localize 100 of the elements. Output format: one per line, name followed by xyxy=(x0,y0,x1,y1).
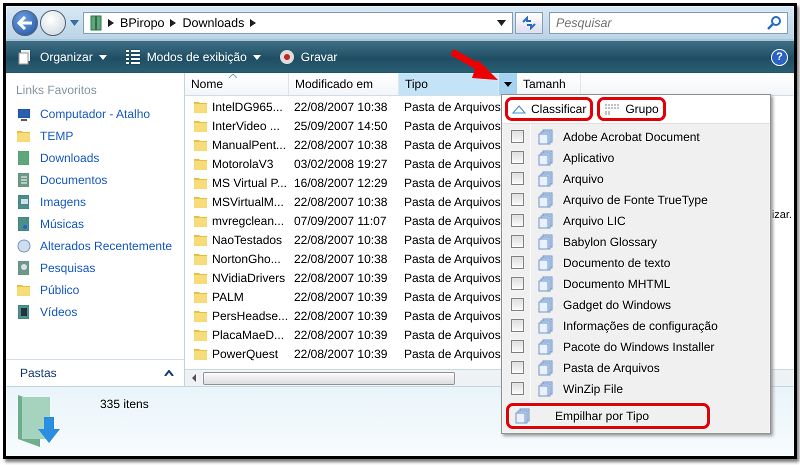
stack-icon xyxy=(538,380,554,396)
checkbox[interactable] xyxy=(511,382,524,395)
caret-icon xyxy=(98,54,107,60)
checkbox[interactable] xyxy=(511,235,524,248)
video-folder-icon xyxy=(16,304,32,320)
stack-icon xyxy=(538,170,554,186)
refresh-button[interactable] xyxy=(515,12,543,34)
menu-item[interactable]: Arquivo de Fonte TrueType xyxy=(502,189,770,210)
sort-button[interactable]: Classificar xyxy=(505,97,594,121)
column-header[interactable]: Nome xyxy=(185,73,289,95)
checkbox[interactable] xyxy=(511,340,524,353)
search-folder-icon xyxy=(16,260,32,276)
sidebar-item[interactable]: Downloads xyxy=(6,147,184,169)
column-dropdown-button[interactable] xyxy=(499,73,517,95)
checkbox[interactable] xyxy=(511,277,524,290)
menu-item[interactable]: Pacote do Windows Installer xyxy=(502,336,770,357)
table-cell-text: Pasta de Arquivos xyxy=(403,252,499,266)
file-name: NVidiaDrivers xyxy=(212,270,286,284)
checkbox[interactable] xyxy=(511,361,524,374)
sidebar-item[interactable]: Alterados Recentemente xyxy=(6,235,184,257)
menu-item[interactable]: Babylon Glossary xyxy=(502,231,770,252)
chevron-icon xyxy=(108,18,114,26)
arrow-left-icon xyxy=(191,374,197,382)
checkbox[interactable] xyxy=(511,172,524,185)
folder-icon xyxy=(16,150,32,166)
checkbox[interactable] xyxy=(511,298,524,311)
file-name: NortonGho... xyxy=(212,252,281,266)
menu-item[interactable]: Arquivo xyxy=(502,168,770,189)
sidebar-item[interactable]: Público xyxy=(6,279,184,301)
folders-label[interactable]: Pastas xyxy=(20,366,57,380)
column-header[interactable]: Tipo xyxy=(399,73,499,95)
table-cell-text: 22/08/2007 10:38 xyxy=(293,232,388,246)
table-cell-text: 22/08/2007 10:39 xyxy=(293,270,388,284)
file-name: PlacaMaeD... xyxy=(212,328,284,342)
checkbox[interactable] xyxy=(511,193,524,206)
search-field[interactable]: Pesquisar xyxy=(549,12,788,34)
table-cell-text: Pasta de Arquivos xyxy=(403,176,499,190)
checkbox[interactable] xyxy=(511,130,524,143)
menu-item[interactable]: Aplicativo xyxy=(502,147,770,168)
annotation-arrow xyxy=(450,48,500,82)
caret-icon xyxy=(504,82,512,86)
file-name: InterVideo ... xyxy=(212,118,280,132)
back-button[interactable] xyxy=(12,10,38,36)
table-cell-text: 22/08/2007 10:38 xyxy=(293,194,388,208)
stack-icon xyxy=(538,296,554,312)
search-icon xyxy=(767,16,781,30)
sidebar-item[interactable]: Vídeos xyxy=(6,301,184,323)
arrow-left-icon xyxy=(17,16,33,30)
checkbox[interactable] xyxy=(511,256,524,269)
stack-icon xyxy=(538,276,554,292)
file-name: PALM xyxy=(212,290,244,304)
sidebar-item[interactable]: Pesquisas xyxy=(6,257,184,279)
sidebar-item[interactable]: TEMP xyxy=(6,125,184,147)
breadcrumb-item[interactable]: Downloads xyxy=(182,16,244,30)
toolbar-button[interactable]: Modos de exibição xyxy=(118,46,267,68)
forward-button[interactable] xyxy=(40,10,66,36)
document-folder-icon xyxy=(16,172,32,188)
item-count: 335 itens xyxy=(100,397,149,411)
toolbar-button[interactable]: Gravar xyxy=(272,46,344,68)
table-cell-text: Pasta de Arquivos xyxy=(403,100,499,114)
scrollbar-thumb[interactable] xyxy=(203,372,455,384)
breadcrumb-item[interactable]: BPiropo xyxy=(120,16,164,30)
menu-item[interactable]: Documento de texto xyxy=(502,252,770,273)
file-name: NaoTestados xyxy=(212,232,282,246)
stack-icon xyxy=(538,212,554,228)
group-icon xyxy=(604,103,620,115)
checkbox[interactable] xyxy=(511,319,524,332)
chevron-icon xyxy=(250,18,256,26)
sidebar-item[interactable]: Imagens xyxy=(6,191,184,213)
menu-item[interactable]: Documento MHTML xyxy=(502,273,770,294)
table-cell-text: 22/08/2007 10:39 xyxy=(293,328,388,342)
menu-item[interactable]: Adobe Acrobat Document xyxy=(502,126,770,147)
clock-icon xyxy=(16,238,32,254)
file-name: PowerQuest xyxy=(212,346,278,360)
file-name: PersHeadse... xyxy=(212,308,288,322)
table-cell-text: 22/08/2007 10:39 xyxy=(293,346,388,360)
stack-button[interactable]: Empilhar por Tipo xyxy=(506,403,710,429)
caret-icon xyxy=(497,20,506,26)
address-field[interactable]: BPiropo Downloads xyxy=(83,12,513,34)
triangle-icon xyxy=(512,104,526,114)
menu-item[interactable]: WinZip File xyxy=(502,378,770,399)
menu-item[interactable]: Pasta de Arquivos xyxy=(502,357,770,378)
sidebar-item[interactable]: Músicas xyxy=(6,213,184,235)
toolbar-button[interactable]: Organizar xyxy=(12,46,113,68)
checkbox[interactable] xyxy=(511,151,524,164)
stack-icon xyxy=(538,318,554,334)
sidebar-item[interactable]: Documentos xyxy=(6,169,184,191)
file-name: IntelDG965... xyxy=(212,100,283,114)
help-button[interactable]: ? xyxy=(771,48,788,66)
menu-item[interactable]: Informações de configuração xyxy=(502,315,770,336)
checkbox[interactable] xyxy=(511,214,524,227)
group-button[interactable]: Grupo xyxy=(597,97,666,121)
menu-item[interactable]: Arquivo LIC xyxy=(502,210,770,231)
table-cell-text: 22/08/2007 10:39 xyxy=(293,308,388,322)
sidebar-item[interactable]: Computador - Atalho xyxy=(6,103,184,125)
table-cell-text: Pasta de Arquivos xyxy=(403,194,499,208)
chevron-icon xyxy=(170,18,176,26)
section-title: Links Favoritos xyxy=(15,82,98,99)
stack-icon xyxy=(538,234,554,250)
menu-item[interactable]: Gadget do Windows xyxy=(502,294,770,315)
